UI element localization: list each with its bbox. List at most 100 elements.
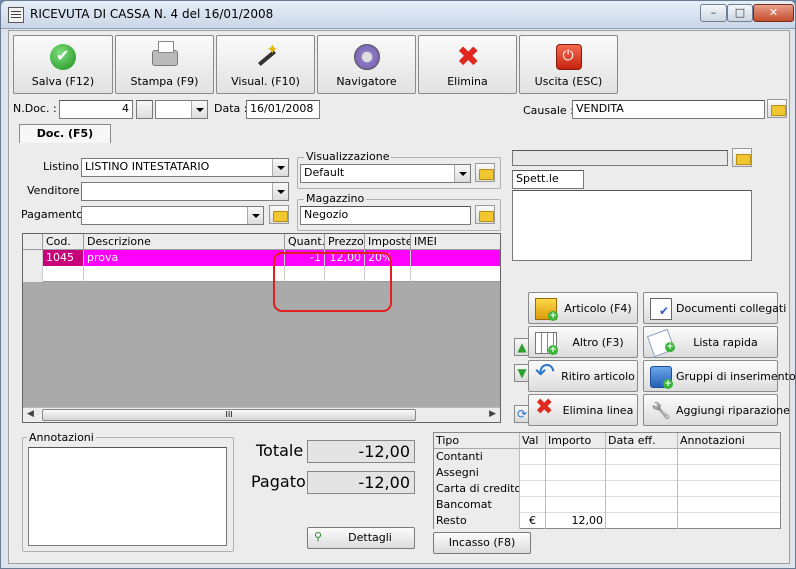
- salutation-input[interactable]: Spett.le: [512, 170, 584, 189]
- col-imei[interactable]: IMEI: [411, 234, 500, 250]
- col-prezzo[interactable]: Prezzo: [325, 234, 365, 250]
- customer-folder-icon[interactable]: [732, 148, 752, 167]
- visualizzazione-select[interactable]: Default: [300, 164, 471, 183]
- causale-input[interactable]: VENDITA: [572, 100, 765, 119]
- cell-imposte[interactable]: 20%: [365, 250, 411, 266]
- cell-quant[interactable]: -1: [285, 250, 325, 266]
- col-val[interactable]: Val: [520, 433, 546, 449]
- save-button-label: Salva (F12): [31, 75, 95, 88]
- date-input[interactable]: 16/01/2008: [246, 100, 320, 119]
- payment-amount[interactable]: [546, 481, 606, 497]
- table-row[interactable]: 1045 prova -1 12,00 20%: [23, 250, 500, 266]
- return-article-button[interactable]: Ritiro articolo: [528, 358, 638, 392]
- payment-val[interactable]: €: [520, 513, 546, 529]
- other-button[interactable]: + Altro (F3): [528, 326, 638, 358]
- maximize-button[interactable]: □: [727, 4, 753, 22]
- cell-descrizione[interactable]: prova: [84, 250, 285, 266]
- exit-button[interactable]: Uscita (ESC): [519, 35, 618, 94]
- magazzino-input[interactable]: Negozio: [300, 206, 471, 225]
- linked-docs-button[interactable]: Documenti collegati: [643, 292, 786, 324]
- cell-descrizione[interactable]: [84, 266, 285, 282]
- payment-row[interactable]: Bancomat: [434, 497, 780, 513]
- title-bar[interactable]: RICEVUTA DI CASSA N. 4 del 16/01/2008 – …: [1, 1, 795, 29]
- tab-doc[interactable]: Doc. (F5): [19, 124, 111, 143]
- payment-amount[interactable]: [546, 497, 606, 513]
- close-button[interactable]: ✕: [753, 4, 794, 22]
- payment-note[interactable]: [678, 497, 780, 513]
- delete-line-button[interactable]: Elimina linea: [528, 394, 638, 426]
- payment-val[interactable]: [520, 465, 546, 481]
- delete-button-label: Elimina: [447, 75, 488, 88]
- add-repair-button[interactable]: Aggiungi riparazione: [643, 394, 790, 426]
- payment-note[interactable]: [678, 513, 780, 529]
- col-tipo[interactable]: Tipo: [434, 433, 520, 449]
- venditore-select[interactable]: [81, 182, 289, 201]
- payment-type: Bancomat: [434, 497, 520, 513]
- payment-val[interactable]: [520, 497, 546, 513]
- ndoc-suffix-button[interactable]: [136, 100, 153, 119]
- payment-amount[interactable]: 12,00: [546, 513, 606, 529]
- scroll-thumb[interactable]: III: [42, 409, 416, 421]
- scroll-left-icon[interactable]: ◀: [27, 409, 34, 419]
- payment-date[interactable]: [606, 481, 678, 497]
- annotations-textarea[interactable]: [28, 447, 227, 546]
- payment-row[interactable]: Carta di credito: [434, 481, 780, 497]
- payment-row[interactable]: Assegni: [434, 465, 780, 481]
- col-descrizione[interactable]: Descrizione: [84, 234, 285, 250]
- col-annotazioni[interactable]: Annotazioni: [678, 433, 780, 449]
- table-row[interactable]: [23, 266, 500, 282]
- magazzino-folder-icon[interactable]: [475, 205, 495, 224]
- payment-val[interactable]: [520, 481, 546, 497]
- address-textarea[interactable]: [512, 190, 752, 261]
- linked-docs-icon: [650, 298, 672, 320]
- cell-imposte[interactable]: [365, 266, 411, 282]
- visualizzazione-folder-icon[interactable]: [475, 163, 495, 182]
- listino-value: LISTINO INTESTATARIO: [85, 160, 210, 173]
- payment-note[interactable]: [678, 465, 780, 481]
- quick-list-button[interactable]: + Lista rapida: [643, 326, 778, 358]
- navigator-button[interactable]: Navigatore: [317, 35, 416, 94]
- payment-row[interactable]: Contanti: [434, 449, 780, 465]
- pagamento-select[interactable]: [81, 206, 264, 225]
- details-button[interactable]: ⚲ Dettagli: [307, 527, 415, 549]
- col-cod[interactable]: Cod.: [43, 234, 84, 250]
- delete-button[interactable]: Elimina: [418, 35, 517, 94]
- cell-prezzo[interactable]: [325, 266, 365, 282]
- col-data-eff[interactable]: Data eff.: [606, 433, 678, 449]
- payment-date[interactable]: [606, 497, 678, 513]
- ndoc-series-select[interactable]: [155, 100, 208, 119]
- insert-groups-button[interactable]: + Gruppi di inserimento: [643, 360, 796, 392]
- save-button[interactable]: Salva (F12): [13, 35, 113, 94]
- cell-quant[interactable]: [285, 266, 325, 282]
- incasso-button[interactable]: Incasso (F8): [433, 532, 531, 554]
- payment-date[interactable]: [606, 449, 678, 465]
- payment-amount[interactable]: [546, 465, 606, 481]
- scroll-right-icon[interactable]: ▶: [489, 409, 496, 419]
- magnifier-icon: ⚲: [314, 530, 323, 543]
- add-article-button[interactable]: + Articolo (F4): [528, 292, 638, 324]
- payment-note[interactable]: [678, 481, 780, 497]
- minimize-button[interactable]: –: [700, 4, 727, 22]
- cell-cod[interactable]: 1045: [43, 250, 84, 266]
- causale-folder-icon[interactable]: [767, 99, 787, 118]
- col-imposte[interactable]: Imposte: [365, 234, 411, 250]
- listino-select[interactable]: LISTINO INTESTATARIO: [81, 158, 289, 177]
- horizontal-scrollbar[interactable]: ◀ III ▶: [23, 407, 500, 422]
- cell-prezzo[interactable]: 12,00: [325, 250, 365, 266]
- cell-imei[interactable]: [411, 266, 500, 282]
- payment-amount[interactable]: [546, 449, 606, 465]
- preview-button[interactable]: Visual. (F10): [216, 35, 315, 94]
- print-button[interactable]: Stampa (F9): [115, 35, 214, 94]
- customer-field[interactable]: [512, 150, 728, 166]
- payment-date[interactable]: [606, 465, 678, 481]
- col-quant[interactable]: Quant.: [285, 234, 325, 250]
- payment-note[interactable]: [678, 449, 780, 465]
- cell-cod[interactable]: [43, 266, 84, 282]
- ndoc-input[interactable]: 4: [59, 100, 133, 119]
- payment-row[interactable]: Resto € 12,00: [434, 513, 780, 529]
- payment-val[interactable]: [520, 449, 546, 465]
- payment-date[interactable]: [606, 513, 678, 529]
- pagamento-folder-icon[interactable]: [269, 205, 289, 224]
- cell-imei[interactable]: [411, 250, 500, 266]
- col-importo[interactable]: Importo: [546, 433, 606, 449]
